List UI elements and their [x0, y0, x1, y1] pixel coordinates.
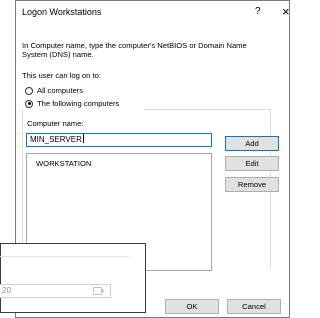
- play-icon[interactable]: [93, 287, 105, 295]
- remove-button[interactable]: Remove: [225, 177, 279, 192]
- logon-to-label: This user can log on to:: [22, 71, 101, 80]
- radio-button[interactable]: [25, 99, 33, 108]
- radio-button[interactable]: [25, 86, 33, 95]
- background-field-value: 20: [2, 286, 11, 295]
- radio-label: The following computers: [37, 99, 120, 108]
- radio-following-computers[interactable]: The following computers: [25, 99, 119, 108]
- instructions-text: In Computer name, type the computer's Ne…: [22, 41, 247, 59]
- ok-button[interactable]: OK: [165, 299, 219, 314]
- add-button[interactable]: Add: [225, 136, 279, 151]
- edit-button[interactable]: Edit: [225, 156, 279, 171]
- help-icon[interactable]: ?: [255, 6, 261, 17]
- computer-name-value: MIN_SERVER: [30, 135, 82, 144]
- cancel-button[interactable]: Cancel: [227, 299, 281, 314]
- divider: [0, 256, 129, 257]
- text-caret: [82, 134, 84, 143]
- radio-all-computers[interactable]: All computers: [25, 86, 83, 95]
- close-icon[interactable]: ×: [282, 4, 290, 19]
- background-input-field[interactable]: 20: [0, 284, 111, 298]
- background-window: 20: [0, 243, 146, 313]
- dialog-titlebar[interactable]: Logon Workstations ? ×: [16, 1, 290, 25]
- radio-label: All computers: [37, 86, 84, 95]
- group-divider: [144, 109, 270, 110]
- list-item[interactable]: WORKSTATION: [36, 159, 91, 168]
- dialog-title: Logon Workstations: [22, 7, 102, 17]
- computer-name-input[interactable]: MIN_SERVER: [26, 133, 212, 147]
- computer-name-label: Computer name:: [27, 119, 84, 128]
